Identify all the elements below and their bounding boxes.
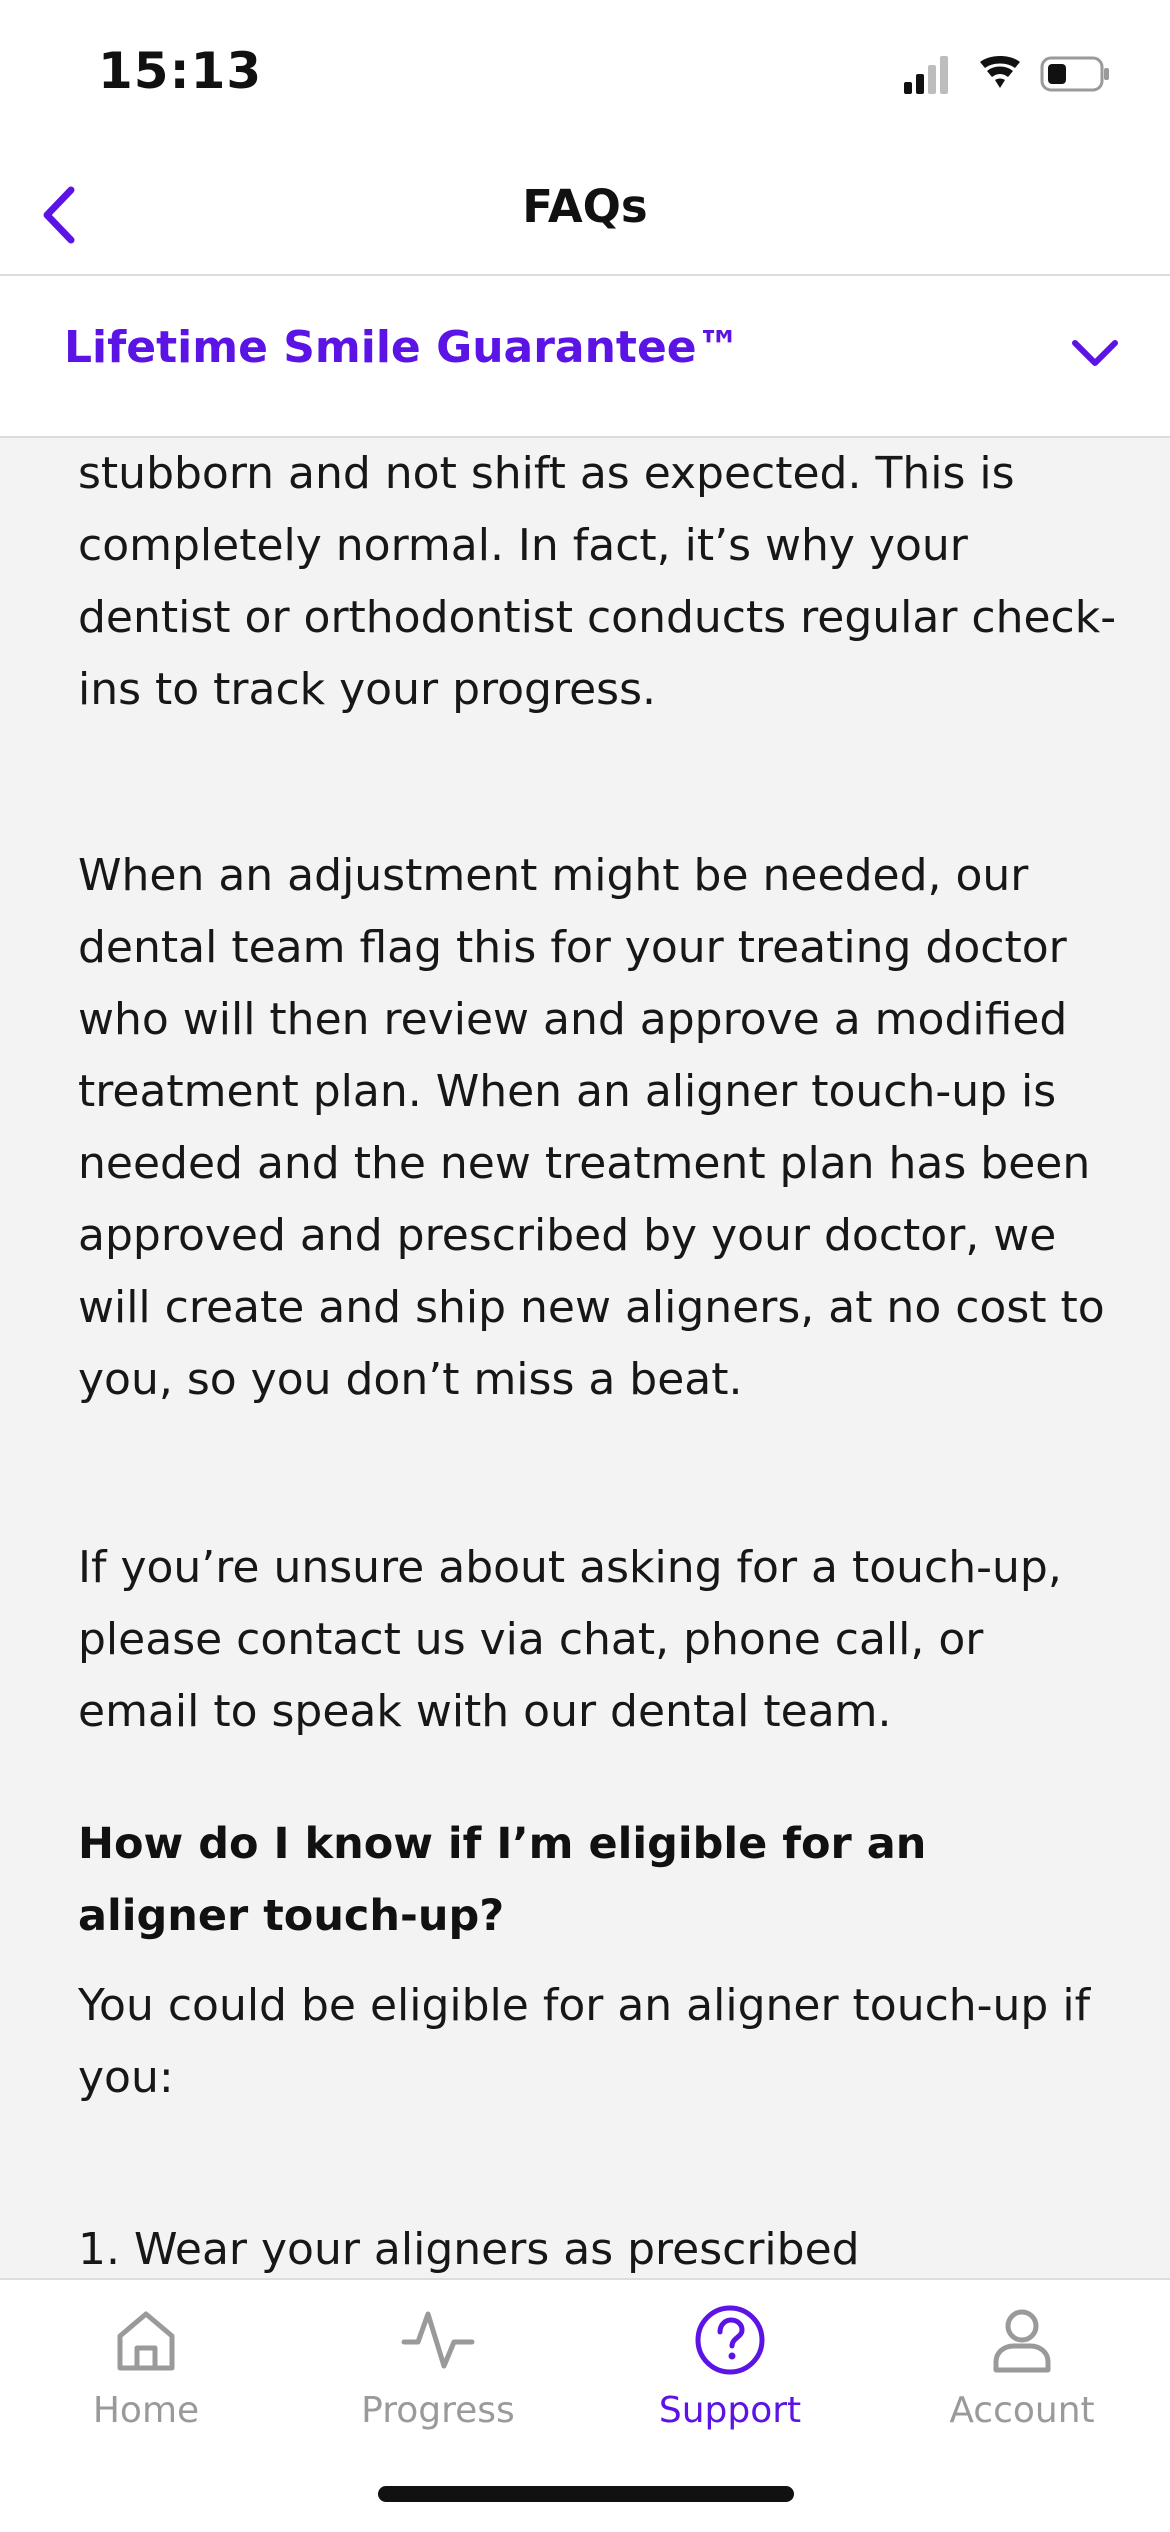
activity-icon xyxy=(292,2300,584,2380)
list-item: 1. Wear your aligners as prescribed xyxy=(78,2224,860,2275)
tab-support[interactable]: Support xyxy=(584,2300,876,2440)
home-indicator[interactable] xyxy=(378,2486,794,2502)
faq-screen: 15:13 FAQs Lifetime Smile Guarantee™ stu… xyxy=(0,0,1170,2532)
answer-paragraph: You could be eligible for an aligner tou… xyxy=(78,1980,1091,2103)
faq-question: How do I know if I’m eligible for an ali… xyxy=(78,1819,927,1941)
answer-paragraph: When an adjustment might be needed, our … xyxy=(78,850,1105,1405)
answer-paragraph: If you’re unsure about asking for a touc… xyxy=(78,1542,1062,1737)
cellular-signal-icon xyxy=(904,56,948,94)
battery-icon xyxy=(1040,56,1109,92)
status-icons xyxy=(902,52,1112,96)
faq-content[interactable]: stubborn and not shift as expected. This… xyxy=(0,438,1170,2278)
status-bar: 15:13 xyxy=(0,0,1170,150)
home-icon xyxy=(0,2300,292,2380)
help-circle-icon xyxy=(584,2300,876,2380)
chevron-down-icon[interactable] xyxy=(1060,318,1130,388)
tab-label: Progress xyxy=(361,2390,515,2431)
page-title: FAQs xyxy=(522,180,648,233)
tab-label: Account xyxy=(949,2390,1095,2431)
accordion-header-lifetime-smile-guarantee[interactable]: Lifetime Smile Guarantee™ xyxy=(0,276,1170,438)
nav-bar: FAQs xyxy=(0,150,1170,276)
tab-label: Home xyxy=(92,2390,200,2431)
tab-home[interactable]: Home xyxy=(0,2300,292,2440)
wifi-icon xyxy=(980,56,1020,88)
status-time: 15:13 xyxy=(98,42,263,100)
tab-progress[interactable]: Progress xyxy=(292,2300,584,2440)
accordion-title: Lifetime Smile Guarantee™ xyxy=(64,322,741,373)
tab-label: Support xyxy=(658,2390,802,2431)
tab-account[interactable]: Account xyxy=(876,2300,1168,2440)
answer-paragraph: stubborn and not shift as expected. This… xyxy=(78,448,1117,715)
user-icon xyxy=(876,2300,1168,2380)
